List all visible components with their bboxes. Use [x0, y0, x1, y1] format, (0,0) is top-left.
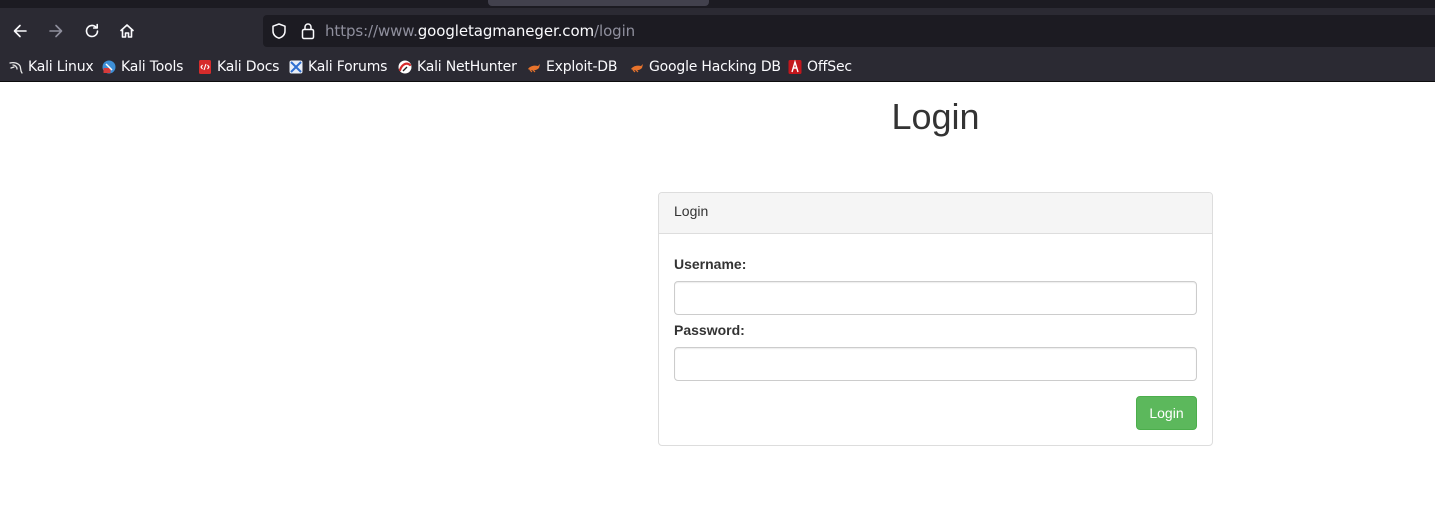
url-bar[interactable]: https://www.googletagmaneger.com/login: [263, 15, 1435, 47]
url-text[interactable]: https://www.googletagmaneger.com/login: [325, 22, 635, 40]
username-label: Username:: [674, 256, 747, 272]
back-arrow-icon: [13, 24, 27, 38]
kali-forums-icon: [289, 60, 303, 74]
navigation-toolbar: https://www.googletagmaneger.com/login: [0, 8, 1435, 53]
bookmark-offsec[interactable]: OffSec: [787, 56, 852, 78]
forward-arrow-icon: [49, 24, 63, 38]
kali-nethunter-icon: [398, 60, 412, 74]
home-button[interactable]: [112, 16, 142, 46]
bookmark-exploit-db[interactable]: Exploit-DB: [526, 56, 617, 78]
toolbar-divider: [0, 81, 1435, 82]
bookmark-label: OffSec: [807, 59, 852, 75]
active-tab[interactable]: [488, 0, 709, 6]
google-hacking-db-icon: [631, 64, 643, 73]
bookmark-label: Kali Tools: [121, 59, 184, 75]
bookmark-kali-nethunter[interactable]: Kali NetHunter: [397, 56, 517, 78]
kali-dragon-icon: [9, 61, 23, 74]
reload-button[interactable]: [77, 16, 107, 46]
reload-icon: [85, 23, 99, 38]
tab-strip: [0, 0, 1435, 8]
tracking-protection-shield-icon[interactable]: [270, 22, 288, 40]
back-button[interactable]: [5, 16, 35, 46]
bookmark-label: Google Hacking DB: [649, 59, 781, 75]
url-host: googletagmaneger.com: [417, 22, 595, 40]
bookmark-google-hacking-db[interactable]: Google Hacking DB: [629, 56, 781, 78]
bookmark-label: Kali Forums: [308, 59, 388, 75]
bookmark-label: Kali NetHunter: [417, 59, 517, 75]
offsec-icon: [788, 59, 802, 74]
lock-icon[interactable]: [299, 21, 317, 41]
bookmark-label: Exploit-DB: [546, 59, 618, 75]
page-title: Login: [891, 96, 980, 137]
home-icon: [120, 24, 134, 38]
login-button[interactable]: Login: [1136, 396, 1197, 430]
login-panel: Login Username: Password: Login: [658, 192, 1213, 446]
password-input[interactable]: [674, 347, 1197, 381]
bookmarks-toolbar: Kali Linux Kali Tools Kali Docs Kali For…: [0, 53, 1435, 81]
bookmark-kali-linux[interactable]: Kali Linux: [8, 56, 94, 78]
password-label: Password:: [674, 322, 745, 338]
bookmark-label: Kali Linux: [28, 59, 94, 75]
kali-tools-icon: [102, 60, 116, 74]
bookmark-kali-forums[interactable]: Kali Forums: [288, 56, 387, 78]
bookmark-kali-docs[interactable]: Kali Docs: [197, 56, 279, 78]
forward-button[interactable]: [41, 16, 71, 46]
bookmark-kali-tools[interactable]: Kali Tools: [101, 56, 183, 78]
panel-heading: Login: [659, 193, 1212, 234]
kali-docs-icon: [199, 60, 211, 74]
bookmark-label: Kali Docs: [217, 59, 280, 75]
url-path: /login: [594, 22, 636, 40]
username-input[interactable]: [674, 281, 1197, 315]
url-scheme: https://www.: [325, 22, 418, 40]
exploit-db-icon: [528, 64, 540, 73]
